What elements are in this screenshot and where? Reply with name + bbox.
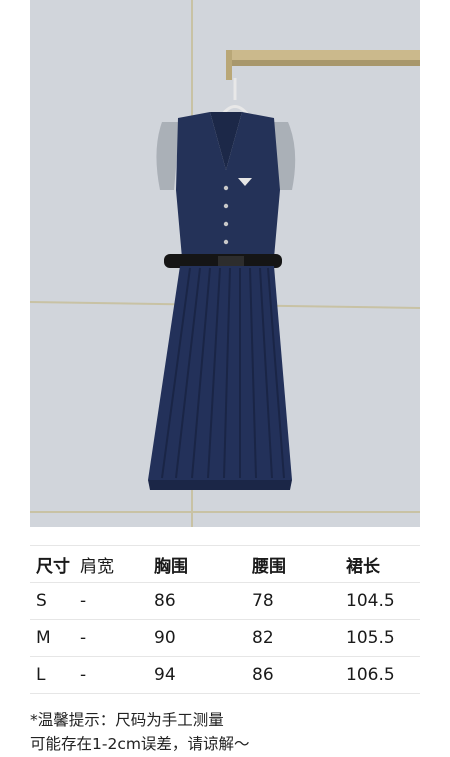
cell-shoulder: - xyxy=(80,656,154,694)
table-row: L - 94 86 106.5 xyxy=(30,656,420,694)
cell-length: 106.5 xyxy=(346,656,420,694)
cell-size: L xyxy=(30,656,80,694)
cell-length: 104.5 xyxy=(346,582,420,620)
size-note: *温馨提示：尺码为手工测量 可能存在1-2cm误差，请谅解～ xyxy=(30,708,430,756)
cell-length: 105.5 xyxy=(346,619,420,657)
product-size-page: 尺寸 肩宽 胸围 腰围 裙长 S - 86 78 104.5 M - 90 82… xyxy=(0,0,450,757)
header-shoulder: 肩宽 xyxy=(80,545,154,583)
note-line-2: 可能存在1-2cm误差，请谅解～ xyxy=(30,735,250,753)
size-table: 尺寸 肩宽 胸围 腰围 裙长 S - 86 78 104.5 M - 90 82… xyxy=(30,545,420,694)
cell-waist: 82 xyxy=(252,619,346,657)
header-waist: 腰围 xyxy=(252,545,346,583)
cell-waist: 78 xyxy=(252,582,346,620)
cell-size: S xyxy=(30,582,80,620)
table-row: S - 86 78 104.5 xyxy=(30,582,420,620)
table-row: M - 90 82 105.5 xyxy=(30,619,420,657)
note-line-1: *温馨提示：尺码为手工测量 xyxy=(30,711,224,729)
header-size: 尺寸 xyxy=(30,545,80,583)
dress-photo xyxy=(30,0,420,527)
cell-shoulder: - xyxy=(80,619,154,657)
cell-chest: 86 xyxy=(154,582,252,620)
cell-chest: 90 xyxy=(154,619,252,657)
cell-shoulder: - xyxy=(80,582,154,620)
cell-size: M xyxy=(30,619,80,657)
cell-chest: 94 xyxy=(154,656,252,694)
header-chest: 胸围 xyxy=(154,545,252,583)
cell-waist: 86 xyxy=(252,656,346,694)
dress-illustration xyxy=(30,0,420,527)
size-table-header: 尺寸 肩宽 胸围 腰围 裙长 xyxy=(30,545,420,583)
header-length: 裙长 xyxy=(346,545,420,583)
